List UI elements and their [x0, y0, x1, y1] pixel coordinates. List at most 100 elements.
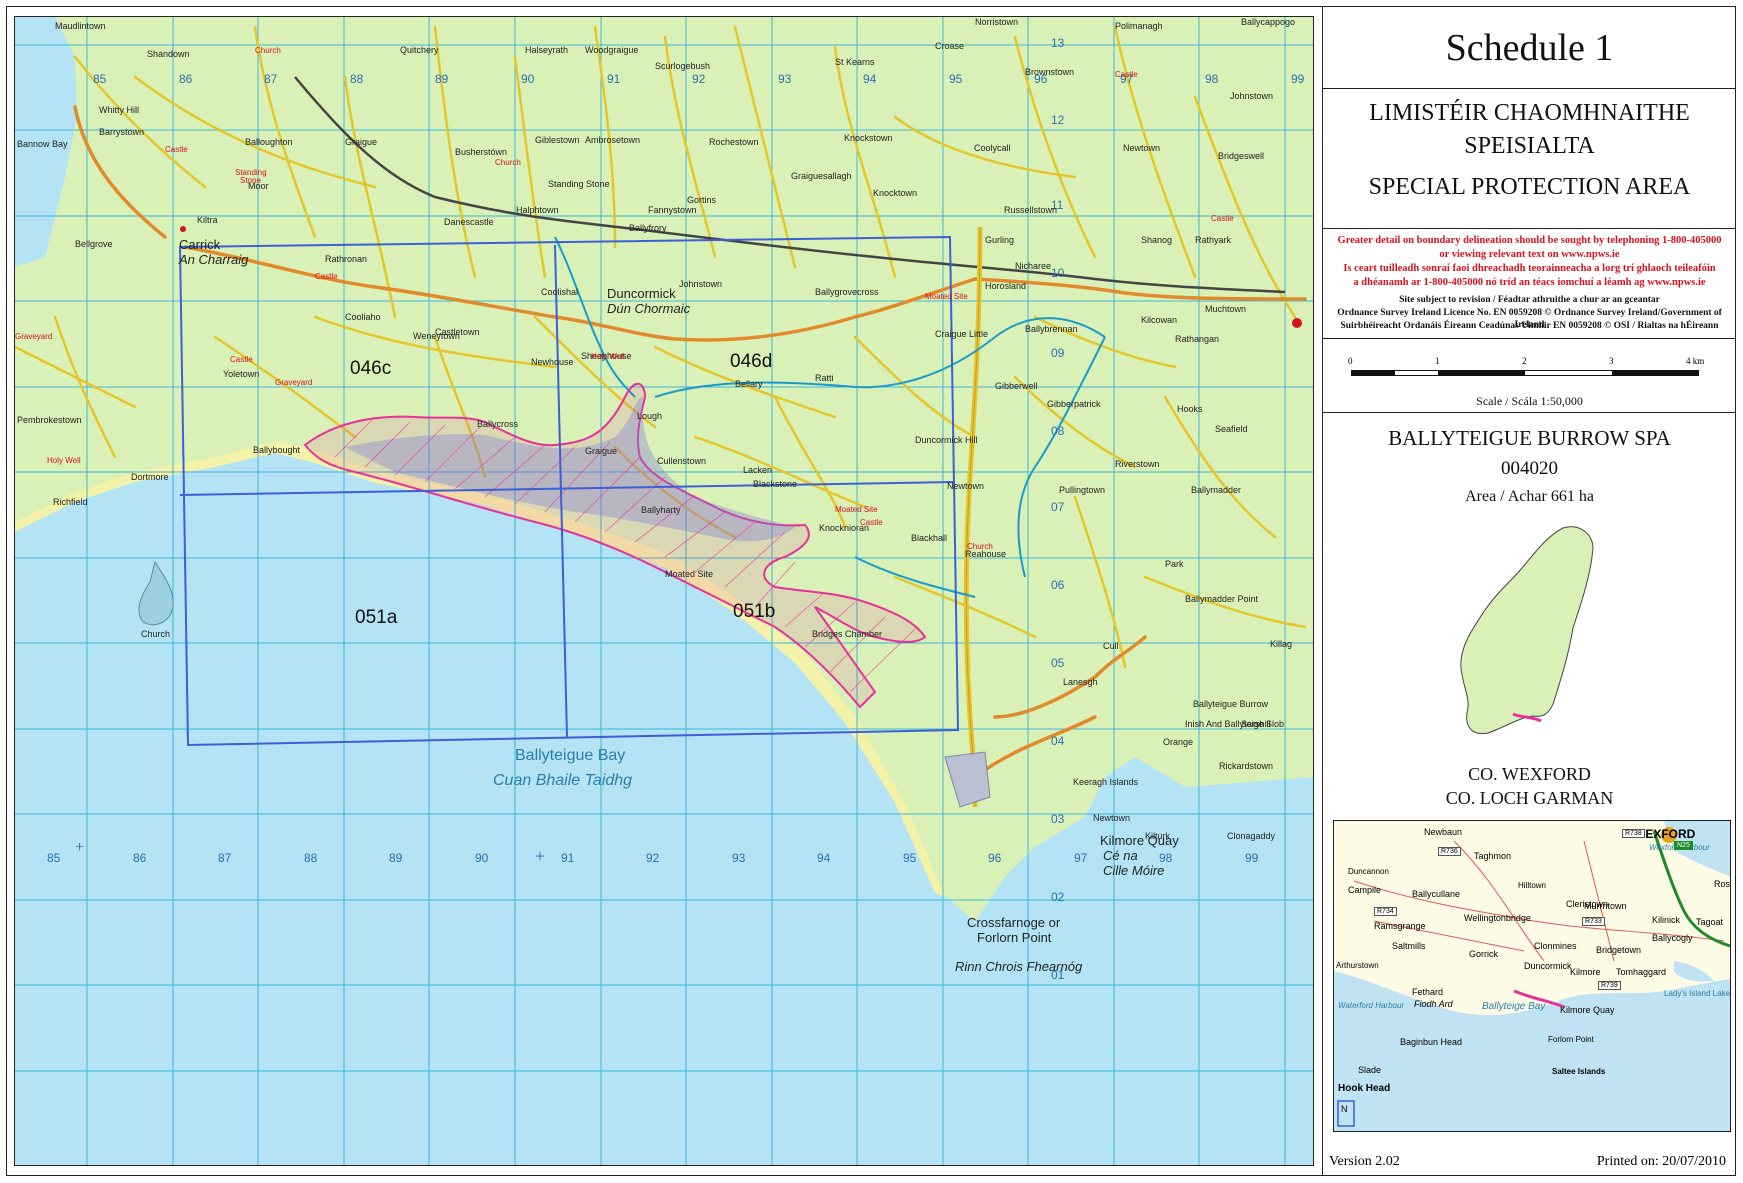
svg-text:Rickardstown: Rickardstown	[1219, 761, 1273, 771]
site-code: 004020	[1501, 458, 1558, 479]
svg-text:Holy Well: Holy Well	[591, 352, 625, 361]
svg-text:Craigue Little: Craigue Little	[935, 329, 988, 339]
site-area: Area / Achar 661 ha	[1465, 488, 1594, 505]
bay-label-en: Ballyteigue Bay	[515, 747, 625, 764]
scale-bar: 0 1 2 3 4 km	[1348, 356, 1711, 386]
svg-text:89: 89	[389, 851, 403, 865]
svg-text:Knocktown: Knocktown	[873, 188, 917, 198]
svg-text:95: 95	[949, 72, 963, 86]
svg-text:Pembrokestown: Pembrokestown	[17, 415, 82, 425]
svg-text:85: 85	[47, 851, 61, 865]
svg-text:Ballyharty: Ballyharty	[641, 505, 681, 515]
svg-text:Cullenstown: Cullenstown	[657, 456, 706, 466]
svg-text:Busherstówn: Busherstówn	[455, 147, 507, 157]
svg-text:87: 87	[218, 851, 232, 865]
svg-text:Danescastle: Danescastle	[444, 217, 494, 227]
svg-text:Whitty Hill: Whitty Hill	[99, 105, 139, 115]
svg-text:Duncormick Hill: Duncormick Hill	[915, 435, 978, 445]
svg-text:Kiltra: Kiltra	[197, 215, 218, 225]
svg-text:Ballybought: Ballybought	[253, 445, 301, 455]
sheet-label-051b: 051b	[733, 601, 775, 622]
svg-text:Yoletown: Yoletown	[223, 369, 259, 379]
svg-text:Cooliaho: Cooliaho	[345, 312, 381, 322]
svg-text:92: 92	[692, 72, 706, 86]
printed-date: Printed on: 20/07/2010	[1596, 1154, 1726, 1169]
svg-text:Newtown: Newtown	[1093, 813, 1130, 823]
svg-text:Forlorn Point: Forlorn Point	[977, 930, 1052, 945]
svg-text:04: 04	[1051, 734, 1065, 748]
county-en: CO. WEXFORD	[1468, 764, 1591, 784]
svg-text:Ballycross: Ballycross	[477, 419, 519, 429]
map-canvas[interactable]: 046c 046d 051a 051b 85 86 87 88 89 90 91…	[15, 17, 1314, 1166]
svg-text:Russellstown: Russellstown	[1004, 205, 1057, 215]
svg-text:Rathyark: Rathyark	[1195, 235, 1232, 245]
svg-text:Orange: Orange	[1163, 737, 1193, 747]
svg-text:Lough: Lough	[637, 411, 662, 421]
svg-text:Castle: Castle	[230, 355, 253, 364]
svg-text:An Charraig: An Charraig	[178, 252, 249, 267]
svg-text:Church: Church	[967, 542, 993, 551]
svg-text:Blackstone: Blackstone	[753, 479, 797, 489]
svg-text:Standing Stone: Standing Stone	[548, 179, 610, 189]
svg-text:Graigue: Graigue	[585, 446, 617, 456]
svg-text:Cull: Cull	[1103, 641, 1119, 651]
legend-panel: Schedule 1 LIMISTÉIR CHAOMHNAITHE SPEISI…	[1322, 6, 1736, 1176]
svg-text:Bannow Bay: Bannow Bay	[17, 139, 68, 149]
inset-map[interactable]: WEXFORD Wexford Harbour Rosslare Taghmon…	[1333, 820, 1731, 1132]
svg-text:Seafield: Seafield	[1215, 424, 1248, 434]
designation-ga-line1: LIMISTÉIR CHAOMHNAITHE	[1369, 100, 1690, 126]
svg-text:85: 85	[93, 72, 107, 86]
svg-text:12: 12	[1051, 113, 1065, 127]
svg-text:Ballyteigue Burrow: Ballyteigue Burrow	[1193, 699, 1269, 709]
notice-en-2: or viewing relevant text on www.npws.ie	[1439, 249, 1620, 260]
svg-text:91: 91	[607, 72, 621, 86]
svg-text:Hooks: Hooks	[1177, 404, 1203, 414]
svg-text:95: 95	[903, 851, 917, 865]
schedule-title: Schedule 1	[1445, 27, 1614, 69]
svg-text:Johnstown: Johnstown	[679, 279, 722, 289]
svg-text:Shanog: Shanog	[1141, 235, 1172, 245]
north-arrow-icon: N	[1341, 1104, 1348, 1114]
svg-text:Nicharee: Nicharee	[1015, 261, 1051, 271]
svg-text:Pullingtown: Pullingtown	[1059, 485, 1105, 495]
svg-text:97: 97	[1074, 851, 1088, 865]
svg-text:Killag: Killag	[1270, 639, 1292, 649]
svg-text:Dún Chormaic: Dún Chormaic	[607, 301, 691, 316]
svg-text:Castle: Castle	[860, 518, 883, 527]
svg-text:Church: Church	[495, 158, 521, 167]
svg-text:Muchtown: Muchtown	[1205, 304, 1246, 314]
svg-text:Bellgrove: Bellgrove	[75, 239, 113, 249]
svg-text:Lacken: Lacken	[743, 465, 772, 475]
county-locator-map	[1460, 526, 1594, 735]
svg-text:Church: Church	[141, 629, 170, 639]
svg-text:Graveyard: Graveyard	[275, 378, 312, 387]
svg-text:91: 91	[561, 851, 575, 865]
svg-text:Dortmore: Dortmore	[131, 472, 169, 482]
bay-label-ga: Cuan Bhaile Taidhg	[493, 772, 632, 789]
svg-text:Holy Well: Holy Well	[47, 456, 81, 465]
svg-text:Ballyfrory: Ballyfrory	[629, 223, 667, 233]
carrick-town-marker	[180, 226, 186, 232]
svg-text:06: 06	[1051, 578, 1065, 592]
svg-text:Castle: Castle	[165, 145, 188, 154]
svg-text:Park: Park	[1165, 559, 1184, 569]
svg-text:Ambrosetown: Ambrosetown	[585, 135, 640, 145]
svg-text:99: 99	[1291, 72, 1305, 86]
svg-text:Weneytown: Weneytown	[413, 331, 460, 341]
svg-text:Gibberpatrick: Gibberpatrick	[1047, 399, 1101, 409]
svg-text:10: 10	[1051, 266, 1065, 280]
revision-note: Site subject to revision / Féadtar athru…	[1399, 295, 1660, 305]
version-label: Version 2.02	[1329, 1154, 1400, 1169]
svg-text:Cé na: Cé na	[1103, 848, 1138, 863]
svg-text:Gibberwell: Gibberwell	[995, 381, 1038, 391]
svg-text:Scurlogebush: Scurlogebush	[655, 61, 710, 71]
map-view[interactable]: 046c 046d 051a 051b 85 86 87 88 89 90 91…	[14, 16, 1314, 1166]
svg-text:Bellary: Bellary	[735, 379, 763, 389]
svg-text:98: 98	[1205, 72, 1219, 86]
svg-text:94: 94	[817, 851, 831, 865]
svg-text:Ballygrovecross: Ballygrovecross	[815, 287, 879, 297]
svg-text:Halphtown: Halphtown	[516, 205, 559, 215]
svg-text:Lanesgh: Lanesgh	[1063, 677, 1098, 687]
svg-text:Johnstown: Johnstown	[1230, 91, 1273, 101]
svg-text:Bridges Chamber: Bridges Chamber	[812, 629, 882, 639]
